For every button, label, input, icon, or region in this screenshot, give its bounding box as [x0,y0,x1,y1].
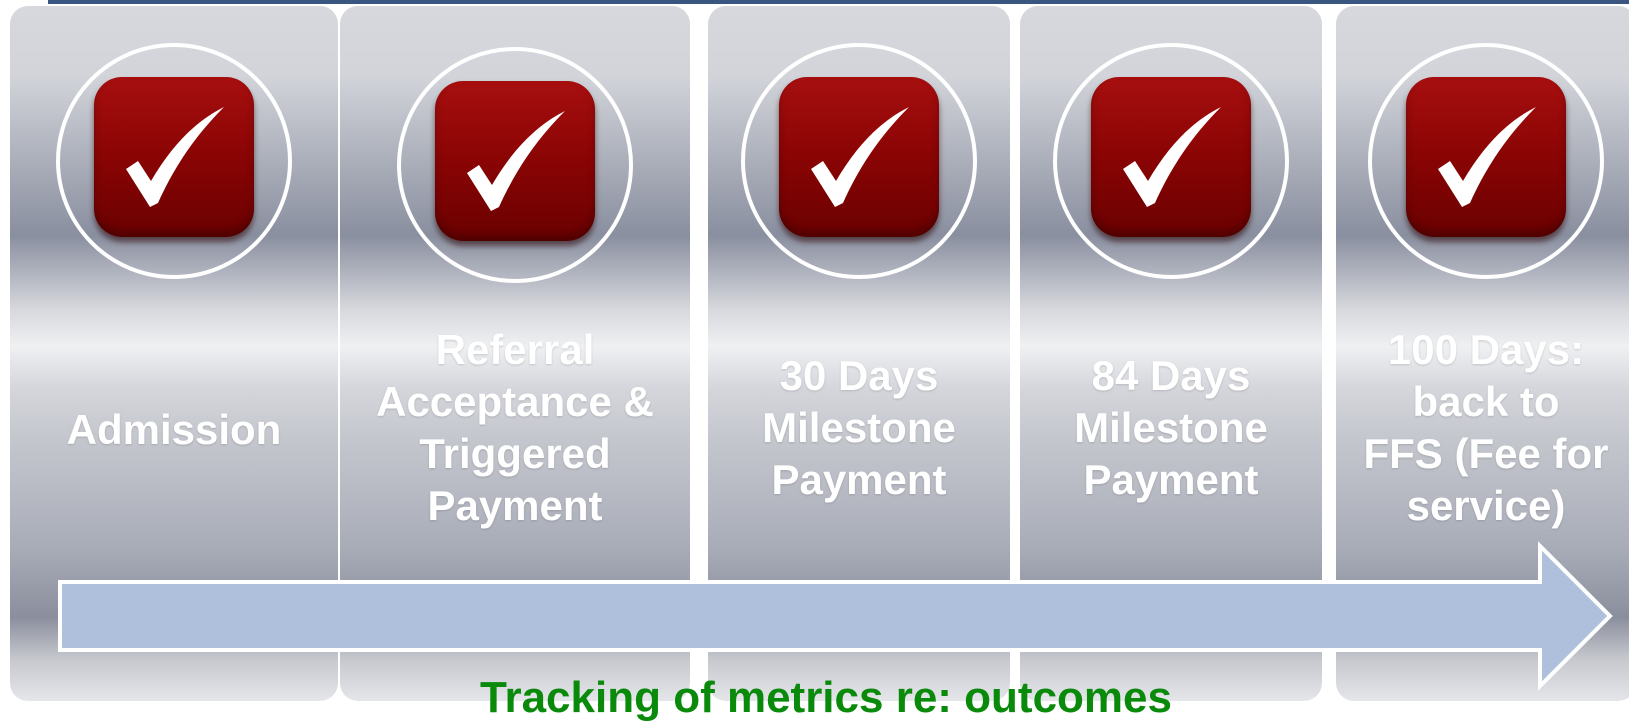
right-arrow-icon [58,541,1613,691]
tracking-metrics-text: Tracking of metrics re: outcomes [480,673,1172,722]
